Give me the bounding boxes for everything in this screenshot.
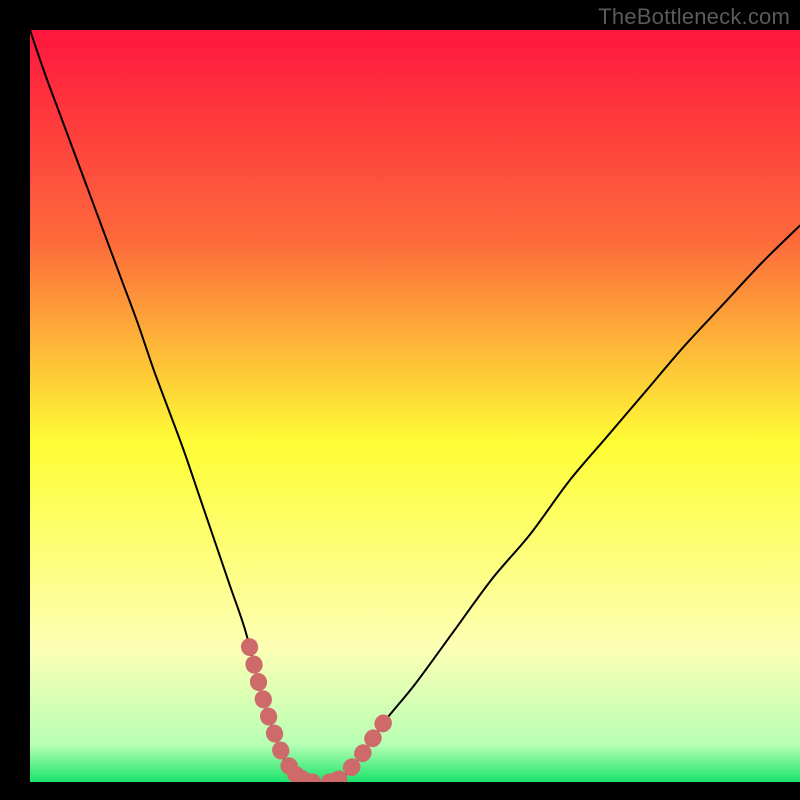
chart-frame: TheBottleneck.com xyxy=(0,0,800,800)
chart-background xyxy=(30,30,800,782)
chart-svg xyxy=(30,30,800,782)
watermark-text: TheBottleneck.com xyxy=(598,4,790,30)
plot-area xyxy=(30,30,800,782)
